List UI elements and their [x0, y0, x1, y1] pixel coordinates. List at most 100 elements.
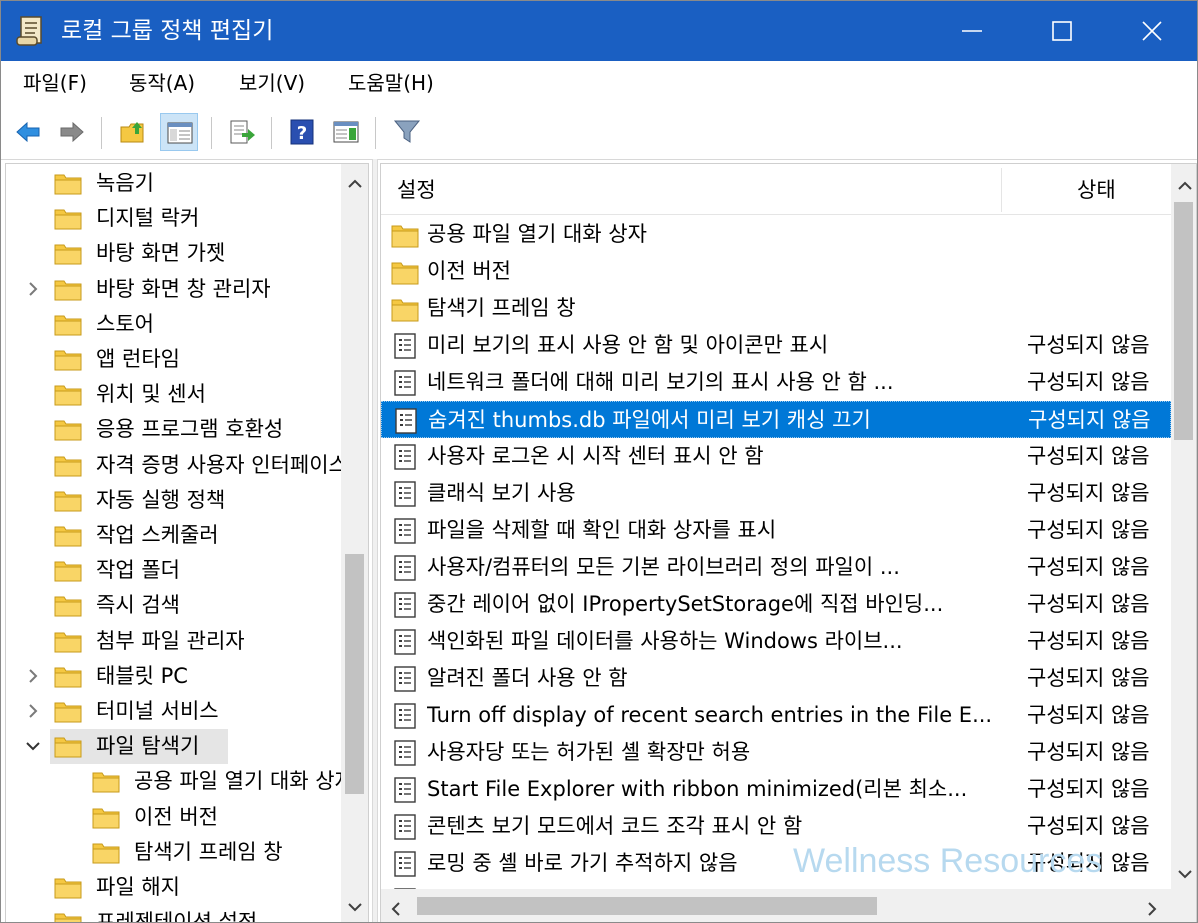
maximize-button[interactable] [1017, 1, 1107, 61]
column-divider[interactable] [1001, 168, 1002, 212]
list-item[interactable]: Turn off display of recent search entrie… [381, 697, 1171, 734]
list-item[interactable]: 네트워크 폴더에 대해 미리 보기의 표시 사용 안 함 ... 구성되지 않음 [381, 364, 1171, 401]
chevron-right-icon[interactable] [24, 702, 42, 720]
list-item[interactable]: 공용 파일 열기 대화 상자 [381, 216, 1171, 253]
tree-vertical-scrollbar[interactable] [341, 164, 368, 922]
tree-item[interactable]: 작업 폴더 [6, 553, 341, 588]
tree-item[interactable]: 녹음기 [6, 166, 341, 201]
list-item[interactable]: 사용자/컴퓨터의 모든 기본 라이브러리 정의 파일이 ... 구성되지 않음 [381, 549, 1171, 586]
menu-view[interactable]: 보기(V) [239, 69, 305, 97]
tree-item[interactable]: 바탕 화면 가젯 [6, 236, 341, 271]
menu-file[interactable]: 파일(F) [23, 69, 87, 97]
menu-bar: 파일(F) 동작(A) 보기(V) 도움말(H) [1, 61, 1197, 106]
list-item[interactable]: 사용자 로그온 시 시작 센터 표시 안 함 구성되지 않음 [381, 438, 1171, 475]
setting-name: 미리 보기의 표시 사용 안 함 및 아이콘만 표시 [427, 333, 829, 357]
setting-state: 구성되지 않음 [1027, 814, 1150, 838]
chevron-down-icon [348, 903, 362, 912]
list-item[interactable]: 클래식 보기 사용 구성되지 않음 [381, 475, 1171, 512]
list-item[interactable]: 탐색기 프레임 창 [381, 290, 1171, 327]
column-header-setting[interactable]: 설정 [397, 176, 436, 204]
back-button[interactable] [9, 113, 47, 151]
tree-item[interactable]: 탐색기 프레임 창 [6, 835, 341, 870]
tree-item-label: 공용 파일 열기 대화 상자 [134, 769, 341, 794]
list-item[interactable]: 미리 보기의 표시 사용 안 함 및 아이콘만 표시 구성되지 않음 [381, 327, 1171, 364]
menu-help[interactable]: 도움말(H) [348, 69, 434, 97]
tree-scroll-up-button[interactable] [341, 168, 368, 198]
tree-item[interactable]: 스토어 [6, 307, 341, 342]
tree-item[interactable]: 즉시 검색 [6, 588, 341, 623]
list-item[interactable]: 사용자당 또는 허가된 셸 확장만 허용 구성되지 않음 [381, 734, 1171, 771]
setting-name: 사용자 로그온 시 시작 센터 표시 안 함 [427, 444, 764, 468]
tree-scroll-thumb[interactable] [345, 554, 364, 794]
filter-button[interactable] [388, 113, 426, 151]
navigation-tree: 녹음기 디지털 락커 바탕 화면 가젯바탕 화면 창 관리자스토어앱 런타임 위치 및… [5, 163, 369, 922]
list-item[interactable]: Start File Explorer with ribbon minimize… [381, 771, 1171, 808]
tree-item[interactable]: 이전 버전 [6, 800, 341, 835]
tree-item[interactable]: 공용 파일 열기 대화 상자 [6, 764, 341, 799]
toolbar-separator [271, 117, 272, 149]
list-scroll-right-button[interactable] [1141, 891, 1168, 921]
tree-scroll-down-button[interactable] [341, 892, 368, 922]
chevron-right-icon[interactable] [24, 280, 42, 298]
tree-item[interactable]: 작업 스케줄러 [6, 518, 341, 553]
list-vertical-scrollbar[interactable] [1171, 164, 1196, 889]
list-scroll-thumb[interactable] [1174, 202, 1193, 440]
up-one-level-button[interactable] [114, 113, 152, 151]
folder-icon [92, 843, 120, 864]
tree-item-label: 바탕 화면 창 관리자 [96, 276, 271, 301]
chevron-down-icon[interactable] [24, 737, 42, 755]
folder-icon [54, 244, 82, 265]
policy-setting-icon [394, 777, 416, 803]
list-item[interactable]: 알려진 폴더 사용 안 함 구성되지 않음 [381, 660, 1171, 697]
tree-item-label: 스토어 [96, 311, 154, 336]
list-item[interactable]: 중간 레이어 없이 IPropertySetStorage에 직접 바인딩...… [381, 586, 1171, 623]
show-hide-tree-button[interactable] [160, 113, 198, 151]
list-item[interactable]: 이전 버전 [381, 253, 1171, 290]
setting-state: 구성되지 않음 [1027, 777, 1150, 801]
svg-text:?: ? [297, 123, 307, 144]
extended-view-button[interactable] [327, 113, 365, 151]
tree-item[interactable]: 디지털 락커 [6, 201, 341, 236]
tree-item[interactable]: 프레젠테이션 설정 [6, 905, 341, 922]
tree-item[interactable]: 바탕 화면 창 관리자 [6, 272, 341, 307]
folder-icon [54, 280, 82, 301]
extended-view-icon [333, 121, 359, 143]
menu-action[interactable]: 동작(A) [129, 69, 195, 97]
list-item[interactable]: 색인화된 파일 데이터를 사용하는 Windows 라이브... 구성되지 않음 [381, 623, 1171, 660]
title-bar[interactable]: 로컬 그룹 정책 편집기 [1, 1, 1197, 61]
tree-item[interactable]: 터미널 서비스 [6, 694, 341, 729]
folder-icon [54, 209, 82, 230]
column-header-state[interactable]: 상태 [1077, 176, 1116, 204]
setting-name: 이전 버전 [427, 259, 511, 283]
policy-setting-icon [394, 814, 416, 840]
folder-icon [54, 526, 82, 547]
tree-item[interactable]: 앱 런타임 [6, 342, 341, 377]
close-button[interactable] [1107, 1, 1197, 61]
list-scroll-up-button[interactable] [1171, 170, 1196, 200]
list-hscroll-thumb[interactable] [417, 897, 877, 915]
folder-icon [391, 225, 419, 248]
tree-item[interactable]: 자격 증명 사용자 인터페이스 [6, 448, 341, 483]
tree-item[interactable]: 위치 및 센서 [6, 377, 341, 412]
list-item[interactable]: 파일을 삭제할 때 확인 대화 상자를 표시 구성되지 않음 [381, 512, 1171, 549]
list-horizontal-scrollbar[interactable] [381, 889, 1171, 922]
tree-expander[interactable] [6, 729, 50, 764]
tree-item[interactable]: 자동 실행 정책 [6, 483, 341, 518]
minimize-button[interactable] [927, 1, 1017, 61]
help-button[interactable]: ? [283, 113, 321, 151]
tree-item[interactable]: 파일 해지 [6, 870, 341, 905]
chevron-right-icon[interactable] [24, 667, 42, 685]
policy-setting-icon [395, 408, 417, 434]
list-scroll-left-button[interactable] [385, 891, 412, 921]
export-list-button[interactable] [223, 113, 261, 151]
toolbar-separator [375, 117, 376, 149]
list-item[interactable]: 콘텐츠 보기 모드에서 코드 조각 표시 안 함 구성되지 않음 [381, 808, 1171, 845]
tree-item[interactable]: 첨부 파일 관리자 [6, 624, 341, 659]
list-scroll-down-button[interactable] [1171, 859, 1196, 889]
tree-item[interactable]: 태블릿 PC [6, 659, 341, 694]
tree-item[interactable]: 응용 프로그램 호환성 [6, 412, 341, 447]
forward-button[interactable] [53, 113, 91, 151]
list-item[interactable]: 숨겨진 thumbs.db 파일에서 미리 보기 캐싱 끄기 구성되지 않음 [381, 401, 1171, 438]
tree-item[interactable]: 파일 탐색기 [50, 729, 228, 765]
pane-splitter[interactable] [372, 159, 378, 922]
